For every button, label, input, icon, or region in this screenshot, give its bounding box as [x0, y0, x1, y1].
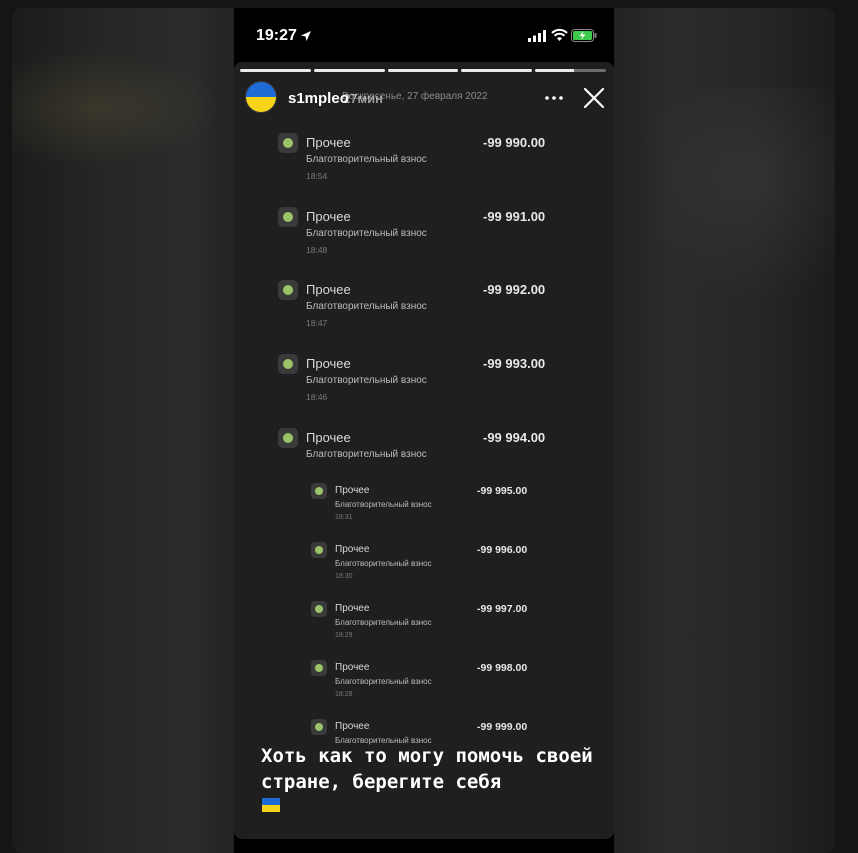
transaction-row: Прочее Благотворительный взнос 18:29 -99 99… — [311, 601, 541, 643]
category-icon — [311, 601, 327, 617]
transaction-amount: -99 998.00 — [477, 662, 528, 674]
status-bar: 19:27 — [234, 8, 614, 62]
more-options-button[interactable] — [543, 90, 565, 106]
progress-segment — [461, 69, 533, 72]
ukraine-flag-emoji — [262, 798, 280, 812]
category-icon — [278, 428, 298, 448]
story-progress-bar — [240, 69, 606, 72]
transaction-amount: -99 993.00 — [483, 356, 546, 371]
progress-segment-current — [535, 69, 606, 72]
transaction-amount: -99 994.00 — [483, 430, 546, 445]
transaction-title: Прочее — [335, 662, 370, 673]
transaction-title: Прочее — [335, 721, 370, 732]
transaction-description: Благотворительный взнос — [306, 228, 427, 239]
progress-segment — [313, 69, 385, 72]
category-icon — [278, 280, 298, 300]
category-icon — [311, 719, 327, 735]
transaction-time: 18:47 — [306, 318, 328, 328]
transaction-title: Прочее — [335, 544, 370, 555]
transaction-row: Прочее Благотворительный взнос 18:54 -99 99… — [278, 133, 558, 183]
transaction-title: Прочее — [335, 485, 370, 496]
transaction-row: Прочее Благотворительный взнос 18:28 -99 99… — [311, 660, 541, 702]
battery-charging-icon — [571, 29, 597, 42]
progress-segment — [387, 69, 459, 72]
transaction-row: Прочее Благотворительный взнос 18:46 -99 99… — [278, 354, 558, 404]
transaction-amount: -99 997.00 — [477, 603, 528, 615]
transaction-title: Прочее — [306, 356, 351, 371]
transaction-time: 18:30 — [335, 573, 353, 580]
story-time-ago: 27мин — [343, 91, 383, 106]
transaction-amount: -99 995.00 — [477, 485, 528, 497]
transaction-amount: -99 999.00 — [477, 721, 528, 733]
category-icon — [311, 660, 327, 676]
username[interactable]: s1mpleo — [288, 90, 349, 107]
transaction-description: Благотворительный взнос — [335, 677, 432, 686]
transaction-description: Благотворительный взнос — [306, 375, 427, 386]
transaction-description: Благотворительный взнос — [306, 154, 427, 165]
transaction-time: 18:46 — [306, 392, 328, 402]
transaction-title: Прочее — [306, 135, 351, 150]
more-horizontal-icon — [545, 96, 563, 100]
wifi-icon — [551, 28, 568, 41]
transaction-amount: -99 992.00 — [483, 282, 546, 297]
location-arrow-icon — [301, 31, 311, 41]
status-time: 19:27 — [256, 27, 297, 44]
transaction-amount: -99 991.00 — [483, 209, 546, 224]
category-icon — [311, 542, 327, 558]
close-icon — [583, 87, 605, 109]
transaction-row: Прочее Благотворительный взнос 18:30 -99 99… — [311, 542, 541, 584]
avatar[interactable] — [245, 81, 277, 113]
transaction-row: Прочее Благотворительный взнос 18:48 -99 99… — [278, 207, 558, 257]
transaction-time: 18:29 — [335, 632, 353, 639]
transaction-title: Прочее — [306, 209, 351, 224]
transaction-row: Прочее Благотворительный взнос 18:31 -99 99… — [311, 483, 541, 525]
category-icon — [311, 483, 327, 499]
transaction-amount: -99 996.00 — [477, 544, 528, 556]
transaction-description: Благотворительный взнос — [335, 559, 432, 568]
phone-screen: 19:27 Воскресенье, 27 февраля 2022 s1mpl… — [234, 8, 614, 853]
progress-segment — [240, 69, 311, 72]
transaction-amount: -99 990.00 — [483, 135, 546, 150]
transaction-title: Прочее — [306, 430, 351, 445]
category-icon — [278, 207, 298, 227]
transaction-row: Прочее Благотворительный взнос 18:47 -99 99… — [278, 280, 558, 330]
transaction-description: Благотворительный взнос — [306, 301, 427, 312]
transaction-title: Прочее — [306, 282, 351, 297]
transaction-description: Благотворительный взнос — [306, 449, 427, 460]
transaction-description: Благотворительный взнос — [335, 500, 432, 509]
transaction-time: 18:54 — [306, 171, 328, 181]
close-button[interactable] — [582, 86, 606, 110]
category-icon — [278, 133, 298, 153]
cellular-signal-icon — [528, 30, 546, 42]
transaction-time: 18:28 — [335, 691, 353, 698]
transaction-time: 18:48 — [306, 245, 328, 255]
transaction-title: Прочее — [335, 603, 370, 614]
category-icon — [278, 354, 298, 374]
story-view[interactable]: Воскресенье, 27 февраля 2022 s1mpleo 27м… — [234, 62, 614, 839]
story-caption: Хоть как то могу помочь своей стране, бе… — [261, 745, 593, 793]
transaction-row: Прочее Благотворительный взнос -99 994.00 — [278, 428, 558, 478]
transaction-time: 18:31 — [335, 514, 353, 521]
transaction-description: Благотворительный взнос — [335, 618, 432, 627]
